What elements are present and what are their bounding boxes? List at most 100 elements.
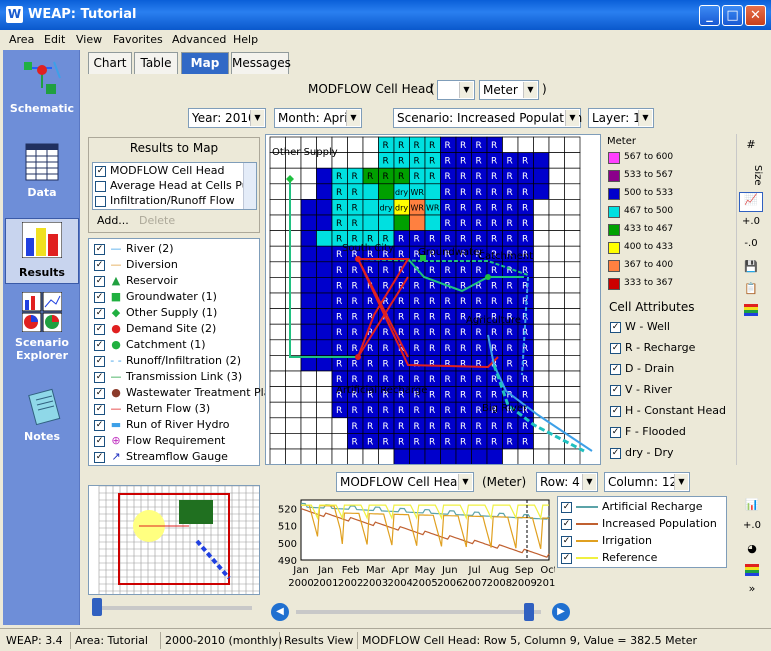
checkbox-checked[interactable]: ✓ — [94, 419, 105, 431]
grid-cell[interactable] — [316, 323, 333, 341]
layer-select[interactable]: Layer: 1 ▼ — [588, 108, 654, 128]
checkbox-checked[interactable]: ✓ — [561, 518, 572, 530]
grid-cell[interactable] — [533, 136, 550, 153]
decrease-decimals-icon[interactable]: -.0 — [739, 238, 763, 258]
grid-cell[interactable] — [502, 136, 519, 153]
cell-attribute-item[interactable]: ✓ V - River — [610, 383, 672, 396]
grid-cell[interactable] — [564, 448, 581, 464]
grid-cell[interactable] — [548, 230, 565, 247]
grid-cell[interactable] — [285, 183, 302, 200]
grid-cell[interactable] — [548, 308, 565, 325]
grid-cell[interactable] — [378, 448, 395, 464]
layer-item[interactable]: ✓ — River (2) — [94, 242, 174, 258]
menu-favorites[interactable]: Favorites — [113, 33, 163, 46]
grid-cell[interactable] — [548, 386, 565, 403]
grid-cell[interactable] — [285, 339, 302, 356]
grid-cell[interactable] — [269, 386, 286, 403]
color-palette-icon[interactable]: . — [744, 304, 758, 316]
grid-cell[interactable] — [285, 230, 302, 247]
grid-cell[interactable] — [362, 136, 379, 153]
add-button[interactable]: Add... — [97, 214, 129, 227]
time-slider-thumb[interactable] — [524, 603, 534, 621]
results-list-scrollbar[interactable] — [243, 163, 256, 209]
grid-cell[interactable] — [548, 199, 565, 216]
close-button[interactable]: ✕ — [745, 5, 766, 26]
grid-cell[interactable] — [285, 214, 302, 231]
grid-cell[interactable] — [269, 277, 286, 294]
checkbox-checked[interactable]: ✓ — [94, 387, 105, 399]
checkbox-checked[interactable]: ✓ — [610, 363, 621, 375]
layer-item[interactable]: ✓ ↗ Streamflow Gauge — [94, 450, 228, 466]
checkbox-checked[interactable]: ✓ — [610, 321, 621, 333]
grid-cell[interactable] — [316, 339, 333, 356]
layer-item[interactable]: ✓ — Return Flow (3) — [94, 402, 210, 418]
nav-results[interactable]: Results — [5, 218, 79, 284]
month-select[interactable]: Month: April ▼ — [274, 108, 362, 128]
layer-item[interactable]: ✓ ▲ Reservoir — [94, 274, 178, 290]
grid-cell[interactable] — [564, 292, 581, 309]
maximize-button[interactable]: □ — [722, 5, 743, 26]
grid-cell[interactable] — [285, 417, 302, 434]
result-item[interactable]: ✓ MODFLOW Cell Head — [93, 163, 256, 178]
checkbox-checked[interactable]: ✓ — [95, 165, 106, 177]
time-next-button[interactable]: ▶ — [552, 603, 570, 621]
layer-item[interactable]: ✓ ■ Groundwater (1) — [94, 290, 217, 306]
grid-cell[interactable] — [548, 152, 565, 169]
increase-decimals-icon[interactable]: +.0 — [739, 216, 763, 236]
time-prev-button[interactable]: ◀ — [271, 603, 289, 621]
grid-cell[interactable] — [564, 277, 581, 294]
layer-item[interactable]: ✓ ⊕ Flow Requirement — [94, 434, 225, 450]
grid-cell[interactable] — [300, 230, 317, 247]
grid-cell[interactable] — [533, 277, 550, 294]
tab-messages[interactable]: Messages — [231, 52, 291, 74]
grid-cell[interactable] — [548, 214, 565, 231]
checkbox[interactable] — [95, 195, 106, 207]
menu-area[interactable]: Area — [9, 33, 34, 46]
grid-cell[interactable] — [285, 308, 302, 325]
grid-cell[interactable] — [300, 167, 317, 185]
grid-cell[interactable] — [316, 401, 333, 419]
grid-cell[interactable] — [533, 245, 550, 263]
grid-cell[interactable] — [564, 230, 581, 247]
size-button[interactable]: Size — [739, 160, 763, 190]
grid-cell[interactable] — [269, 199, 286, 216]
grid-cell[interactable] — [362, 152, 379, 169]
grid-cell[interactable] — [533, 214, 550, 231]
grid-cell[interactable] — [533, 355, 550, 372]
grid-cell[interactable] — [548, 339, 565, 356]
grid-cell[interactable] — [378, 183, 395, 200]
layer-item[interactable]: ✓ ▬ Run of River Hydro — [94, 418, 229, 434]
layer-item[interactable]: ✓ ● Wastewater Treatment Pla — [94, 386, 270, 402]
grid-cell[interactable] — [316, 214, 333, 231]
grid-cell[interactable] — [502, 448, 519, 464]
grid-cell[interactable] — [548, 401, 565, 419]
grid-cell[interactable] — [300, 292, 317, 309]
grid-cell[interactable] — [564, 355, 581, 372]
grid-cell[interactable] — [533, 152, 550, 169]
map-panel[interactable]: RRRRRRRRRRRRRRRRRRRRRRRRRRRRRRRRRRRRRRRR… — [265, 134, 601, 465]
grid-cell[interactable] — [548, 355, 565, 372]
pie-chart-icon[interactable]: ◕ — [740, 542, 764, 562]
grid-cell[interactable] — [269, 308, 286, 325]
grid-cell[interactable] — [316, 230, 333, 247]
grid-cell[interactable] — [533, 199, 550, 216]
grid-cell[interactable] — [424, 448, 441, 464]
grid-cell[interactable] — [548, 245, 565, 263]
result-item[interactable]: Infiltration/Runoff Flow — [93, 193, 256, 208]
grid-cell[interactable] — [409, 448, 426, 464]
time-series-chart[interactable]: 490500510520Jan2000Jan2001Feb2002Mar2003… — [265, 494, 562, 598]
grid-cell[interactable] — [285, 292, 302, 309]
grid-cell[interactable] — [564, 214, 581, 231]
row-select[interactable]: Row: 4 ▼ — [536, 472, 598, 492]
checkbox-checked[interactable]: ✓ — [94, 403, 105, 415]
color-palette-icon[interactable] — [745, 564, 759, 576]
grid-cell[interactable] — [533, 386, 550, 403]
grid-cell[interactable] — [564, 167, 581, 185]
chart-legend-item[interactable]: ✓ Artificial Recharge — [561, 500, 703, 513]
checkbox-checked[interactable]: ✓ — [610, 342, 621, 354]
chart-legend-item[interactable]: ✓ Irrigation — [561, 534, 652, 547]
grid-cell[interactable] — [269, 245, 286, 263]
grid-cell[interactable] — [409, 214, 426, 231]
grid-cell[interactable] — [548, 136, 565, 153]
grid-cell[interactable] — [285, 323, 302, 341]
